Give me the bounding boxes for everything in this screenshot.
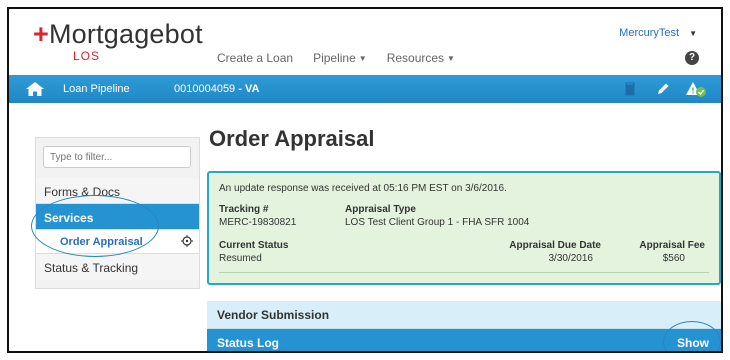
target-icon	[181, 235, 193, 247]
alert-check-icon[interactable]: !	[685, 80, 707, 98]
caret-down-icon: ▼	[447, 54, 455, 64]
app-window: +Mortgagebot LOS Create a Loan Pipeline ▼…	[7, 7, 723, 353]
sidebar-item-status-tracking[interactable]: Status & Tracking	[36, 254, 199, 280]
appraisal-type-value: LOS Test Client Group 1 - FHA SFR 1004	[345, 217, 530, 228]
logo-subtext: LOS	[73, 49, 101, 63]
help-icon[interactable]: ?	[685, 51, 699, 65]
page-title: Order Appraisal	[209, 126, 375, 151]
nav-resources[interactable]: Resources ▼	[387, 51, 455, 65]
caret-down-icon: ▼	[358, 54, 367, 64]
top-nav: Create a Loan Pipeline ▼ Resources ▼	[217, 51, 455, 65]
logo[interactable]: +Mortgagebot LOS	[33, 19, 203, 63]
logo-text: Mortgagebot	[48, 19, 203, 49]
current-status-value: Resumed	[219, 253, 262, 264]
tracking-value: MERC-19830821	[219, 217, 297, 228]
status-log-label: Status Log	[217, 336, 279, 350]
current-status-label: Current Status	[219, 240, 289, 251]
vendor-submission-header[interactable]: Vendor Submission	[207, 301, 721, 329]
pencil-icon[interactable]	[654, 80, 672, 98]
home-icon[interactable]	[25, 81, 45, 97]
caret-down-icon: ▼	[689, 29, 697, 38]
loan-number-link[interactable]: 0010004059 - VA	[174, 83, 259, 95]
svg-text:!: !	[692, 87, 695, 96]
update-notice: An update response was received at 05:16…	[219, 183, 507, 194]
tracking-label: Tracking #	[219, 204, 269, 215]
due-date-label: Appraisal Due Date	[509, 240, 601, 251]
user-menu[interactable]: MercuryTest ▼	[619, 27, 697, 39]
filter-input[interactable]	[43, 146, 191, 168]
user-name: MercuryTest	[619, 27, 680, 39]
book-icon[interactable]	[621, 80, 639, 98]
nav-create-loan[interactable]: Create a Loan	[217, 51, 293, 65]
nav-pipeline[interactable]: Pipeline ▼	[313, 51, 367, 65]
divider	[219, 272, 709, 273]
due-date-value: 3/30/2016	[548, 253, 594, 264]
logo-plus: +	[33, 19, 49, 49]
top-header: +Mortgagebot LOS Create a Loan Pipeline ▼…	[9, 9, 721, 73]
appraisal-type-label: Appraisal Type	[345, 204, 416, 215]
appraisal-fee-label: Appraisal Fee	[639, 240, 705, 251]
status-log-header[interactable]: Status Log Show	[207, 329, 721, 351]
appraisal-summary: An update response was received at 05:16…	[207, 171, 721, 285]
appraisal-fee-value: $560	[662, 253, 685, 264]
highlight-ellipse	[31, 195, 159, 257]
loan-toolbar: Loan Pipeline 0010004059 - VA !	[9, 75, 721, 103]
loan-pipeline-link[interactable]: Loan Pipeline	[63, 83, 130, 95]
